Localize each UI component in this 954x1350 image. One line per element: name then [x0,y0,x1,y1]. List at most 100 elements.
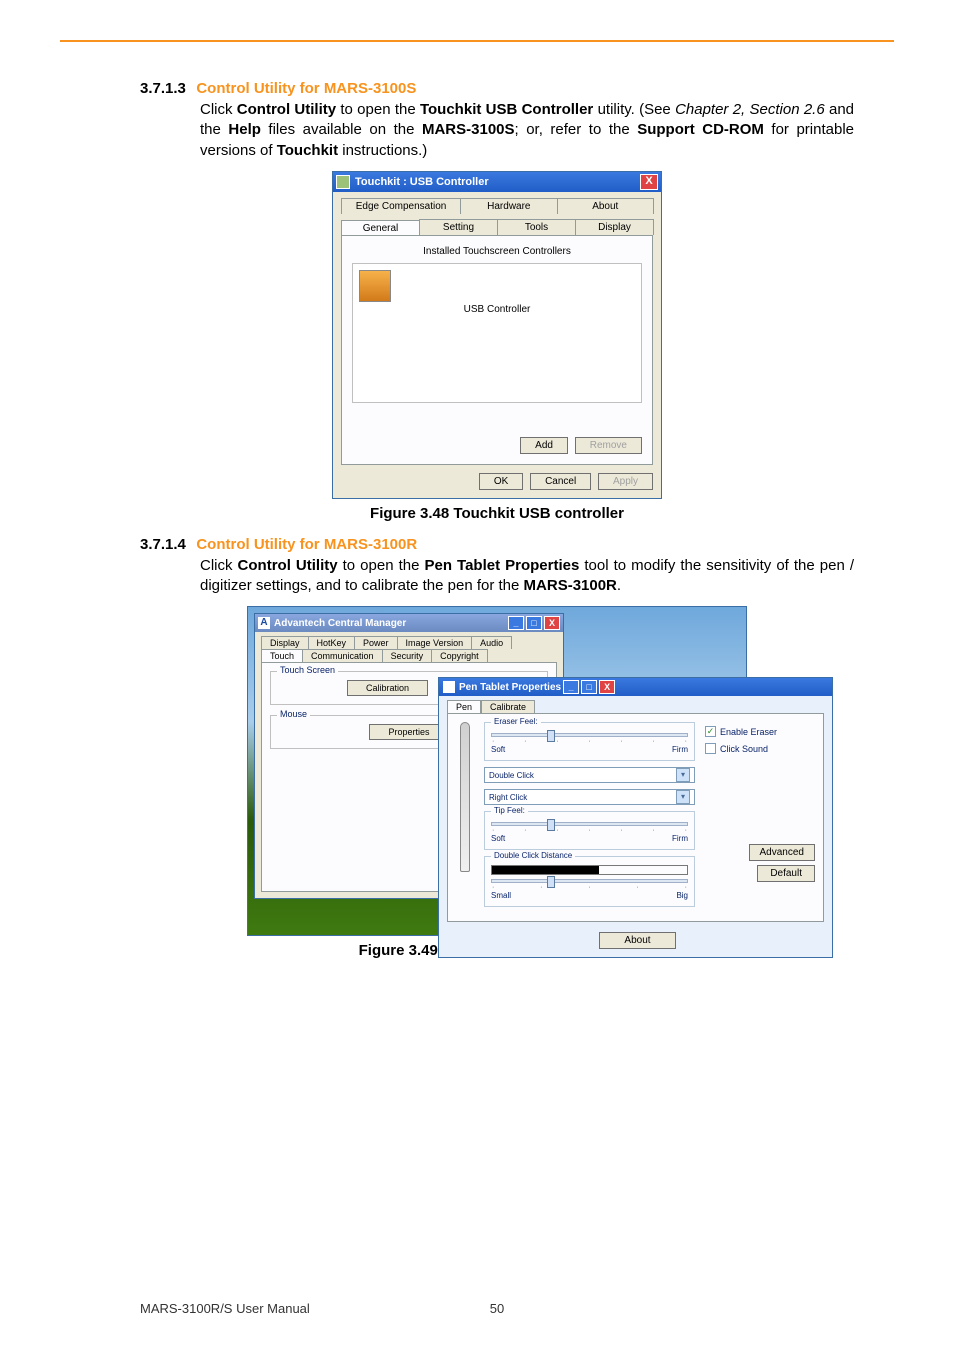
acm-app-icon: A [258,617,270,629]
about-row: About [447,932,824,949]
figure-caption: Figure 3.48 Touchkit USB controller [140,505,854,522]
double-click-select[interactable]: Double Click ▾ [484,767,695,783]
add-button[interactable]: Add [520,437,568,454]
pen-panel: Eraser Feel: ······· SoftFirm Double Cli… [447,713,824,922]
properties-button[interactable]: Properties [369,724,448,740]
tab-hotkey[interactable]: HotKey [308,636,356,649]
double-click-label: Double Click [489,771,534,780]
ptp-side-buttons: Advanced Default [705,844,815,882]
eraser-feel-legend: Eraser Feel: [491,717,541,726]
minimize-icon[interactable]: _ [563,680,579,694]
touchkit-window: Touchkit : USB Controller X Edge Compens… [332,171,662,499]
tab-audio[interactable]: Audio [471,636,512,649]
tab-edge-compensation[interactable]: Edge Compensation [341,198,461,214]
about-button[interactable]: About [599,932,675,949]
dcd-slider[interactable] [491,879,688,883]
maximize-icon[interactable]: □ [526,616,542,630]
ptp-app-icon [443,681,455,693]
acm-titlebar: A Advantech Central Manager _ □ X [255,614,563,632]
page-content: 3.7.1.3 Control Utility for MARS-3100S C… [140,80,854,959]
header-rule [60,40,894,42]
click-sound-checkbox[interactable]: Click Sound [705,743,815,754]
tab-image-version[interactable]: Image Version [397,636,473,649]
controllers-label: Installed Touchscreen Controllers [352,246,642,257]
controller-icon[interactable] [359,270,391,302]
tab-security[interactable]: Security [382,649,433,662]
acm-tabs-row2: Touch Communication Security Copyright [255,649,563,662]
acm-title-text: Advantech Central Manager [274,618,406,629]
tab-copyright[interactable]: Copyright [431,649,488,662]
checkbox-icon[interactable]: ✓ [705,726,716,737]
pen-icon [460,722,470,872]
figure-3-48: Touchkit : USB Controller X Edge Compens… [140,171,854,522]
close-icon[interactable]: X [599,680,615,694]
figure-3-49: A Advantech Central Manager _ □ X Displa… [140,606,854,959]
close-icon[interactable]: X [640,174,658,190]
section-title: Control Utility for MARS-3100S [196,80,416,97]
acm-tabs-row1: Display HotKey Power Image Version Audio [255,632,563,649]
maximize-icon[interactable]: □ [581,680,597,694]
touch-screen-legend: Touch Screen [277,665,338,675]
pen-graphic [456,722,474,913]
pen-tablet-window: Pen Tablet Properties _ □ X Pen Calibrat… [438,677,833,958]
section-number: 3.7.1.3 [140,80,186,97]
checkbox-icon[interactable] [705,743,716,754]
ptp-body: Pen Calibrate Eraser Feel: ······· [439,696,832,957]
app-icon [336,175,350,189]
ptp-title-text: Pen Tablet Properties [459,682,561,693]
controllers-list[interactable]: USB Controller [352,263,642,403]
chevron-down-icon[interactable]: ▾ [676,790,690,804]
ptp-titlebar: Pen Tablet Properties _ □ X [439,678,832,696]
chevron-down-icon[interactable]: ▾ [676,768,690,782]
eraser-feel-group: Eraser Feel: ······· SoftFirm [484,722,695,761]
tip-feel-legend: Tip Feel: [491,806,528,815]
dcd-group: Double Click Distance ····· SmallBig [484,856,695,907]
tab-hardware[interactable]: Hardware [460,198,557,214]
section2-paragraph: Click Control Utility to open the Pen Ta… [200,556,854,597]
right-click-label: Right Click [489,793,527,802]
footer-page-number: 50 [490,1301,504,1316]
tab-display[interactable]: Display [261,636,309,649]
tab-tools[interactable]: Tools [497,219,576,235]
apply-button: Apply [598,473,653,490]
advanced-button[interactable]: Advanced [749,844,815,861]
pen-settings: Eraser Feel: ······· SoftFirm Double Cli… [484,722,695,913]
section1-paragraph: Click Control Utility to open the Touchk… [200,100,854,161]
click-sound-label: Click Sound [720,744,768,754]
tab-display[interactable]: Display [575,219,654,235]
firm-label: Firm [672,834,688,843]
dcd-indicator [491,865,688,875]
tabs-row-1: Edge Compensation Hardware About [333,192,661,214]
big-label: Big [676,891,688,900]
tab-setting[interactable]: Setting [419,219,498,235]
close-icon[interactable]: X [544,616,560,630]
section-3-7-1-4: 3.7.1.4 Control Utility for MARS-3100R C… [140,536,854,597]
tab-pen[interactable]: Pen [447,700,481,713]
minimize-icon[interactable]: _ [508,616,524,630]
calibration-button[interactable]: Calibration [347,680,428,696]
tip-feel-slider[interactable] [491,822,688,826]
page-footer: MARS-3100R/S User Manual 50 [140,1301,854,1316]
tab-calibrate[interactable]: Calibrate [481,700,535,713]
tab-about[interactable]: About [557,198,654,214]
general-panel: Installed Touchscreen Controllers USB Co… [341,235,653,465]
panel-buttons: Add Remove [516,437,642,454]
pen-options: ✓ Enable Eraser Click Sound Advanced Def… [705,722,815,913]
section-number: 3.7.1.4 [140,536,186,553]
enable-eraser-checkbox[interactable]: ✓ Enable Eraser [705,726,815,737]
ok-button[interactable]: OK [479,473,523,490]
tab-communication[interactable]: Communication [302,649,383,662]
tab-touch[interactable]: Touch [261,649,303,662]
default-button[interactable]: Default [757,865,815,882]
tab-power[interactable]: Power [354,636,398,649]
dialog-buttons: OK Cancel Apply [333,473,661,498]
tip-feel-group: Tip Feel: ······· SoftFirm [484,811,695,850]
remove-button: Remove [575,437,642,454]
eraser-feel-slider[interactable] [491,733,688,737]
tab-general[interactable]: General [341,220,420,236]
cancel-button[interactable]: Cancel [530,473,591,490]
right-click-select[interactable]: Right Click ▾ [484,789,695,805]
section-title: Control Utility for MARS-3100R [196,536,417,553]
controller-item[interactable]: USB Controller [359,304,635,315]
desktop-background: A Advantech Central Manager _ □ X Displa… [247,606,747,936]
